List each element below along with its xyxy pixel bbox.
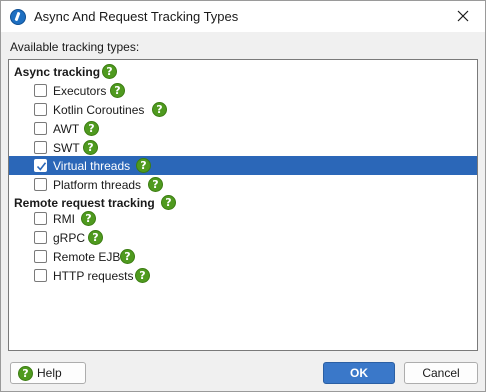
checkbox[interactable]: [34, 178, 47, 191]
help-icon[interactable]: ?: [84, 121, 99, 136]
item-label: AWT: [53, 122, 80, 136]
dialog-window: Async And Request Tracking Types Availab…: [0, 0, 486, 392]
checkbox[interactable]: [34, 122, 47, 135]
help-icon[interactable]: ?: [136, 158, 151, 173]
close-button[interactable]: [449, 5, 477, 27]
group-label: Async tracking: [14, 65, 101, 79]
tree-item-awt[interactable]: AWT ?: [9, 119, 477, 138]
cancel-button[interactable]: Cancel: [404, 362, 478, 384]
available-types-label: Available tracking types:: [10, 40, 140, 54]
item-label: HTTP requests: [53, 269, 134, 283]
item-label: SWT: [53, 141, 80, 155]
item-label: Kotlin Coroutines: [53, 103, 145, 117]
tree-item-remote-ejb[interactable]: Remote EJB ?: [9, 247, 477, 266]
close-icon: [457, 10, 469, 22]
help-icon[interactable]: ?: [102, 64, 117, 79]
tree-item-executors[interactable]: Executors ?: [9, 81, 477, 100]
help-icon[interactable]: ?: [81, 211, 96, 226]
tree-item-kotlin-coroutines[interactable]: Kotlin Coroutines ?: [9, 100, 477, 119]
help-icon[interactable]: ?: [152, 102, 167, 117]
item-label: gRPC: [53, 231, 86, 245]
item-label: RMI: [53, 212, 75, 226]
group-label: Remote request tracking: [14, 196, 155, 210]
help-icon[interactable]: ?: [88, 230, 103, 245]
tree-item-http-requests[interactable]: HTTP requests ?: [9, 266, 477, 285]
help-icon[interactable]: ?: [120, 249, 135, 264]
group-async-tracking[interactable]: Async tracking ?: [9, 62, 477, 81]
tree-item-grpc[interactable]: gRPC ?: [9, 228, 477, 247]
ok-button[interactable]: OK: [323, 362, 395, 384]
tree-item-virtual-threads[interactable]: Virtual threads ?: [9, 156, 477, 175]
help-icon: ?: [18, 366, 33, 381]
checkbox[interactable]: [34, 250, 47, 263]
checkbox[interactable]: [34, 269, 47, 282]
checkbox[interactable]: [34, 212, 47, 225]
tree-item-platform-threads[interactable]: Platform threads ?: [9, 175, 477, 194]
help-button-label: Help: [37, 366, 62, 380]
checkbox[interactable]: [34, 103, 47, 116]
checkbox[interactable]: [34, 231, 47, 244]
item-label: Remote EJB: [53, 250, 121, 264]
checkbox[interactable]: [34, 141, 47, 154]
item-label: Virtual threads: [53, 159, 131, 173]
checkbox-checked[interactable]: [34, 159, 47, 172]
help-icon[interactable]: ?: [161, 195, 176, 210]
window-title: Async And Request Tracking Types: [34, 9, 239, 24]
check-icon: [36, 162, 47, 171]
help-button[interactable]: ? Help: [10, 362, 86, 384]
tracking-types-tree[interactable]: Async tracking ? Executors ? Kotlin Coro…: [8, 59, 478, 351]
item-label: Executors: [53, 84, 107, 98]
tree-item-rmi[interactable]: RMI ?: [9, 209, 477, 228]
checkbox[interactable]: [34, 84, 47, 97]
help-icon[interactable]: ?: [148, 177, 163, 192]
tree-item-swt[interactable]: SWT ?: [9, 138, 477, 157]
app-logo-icon: [10, 9, 26, 25]
title-bar: Async And Request Tracking Types: [1, 1, 485, 32]
help-icon[interactable]: ?: [83, 140, 98, 155]
item-label: Platform threads: [53, 178, 142, 192]
help-icon[interactable]: ?: [135, 268, 150, 283]
button-bar: ? Help OK Cancel: [1, 355, 485, 391]
help-icon[interactable]: ?: [110, 83, 125, 98]
